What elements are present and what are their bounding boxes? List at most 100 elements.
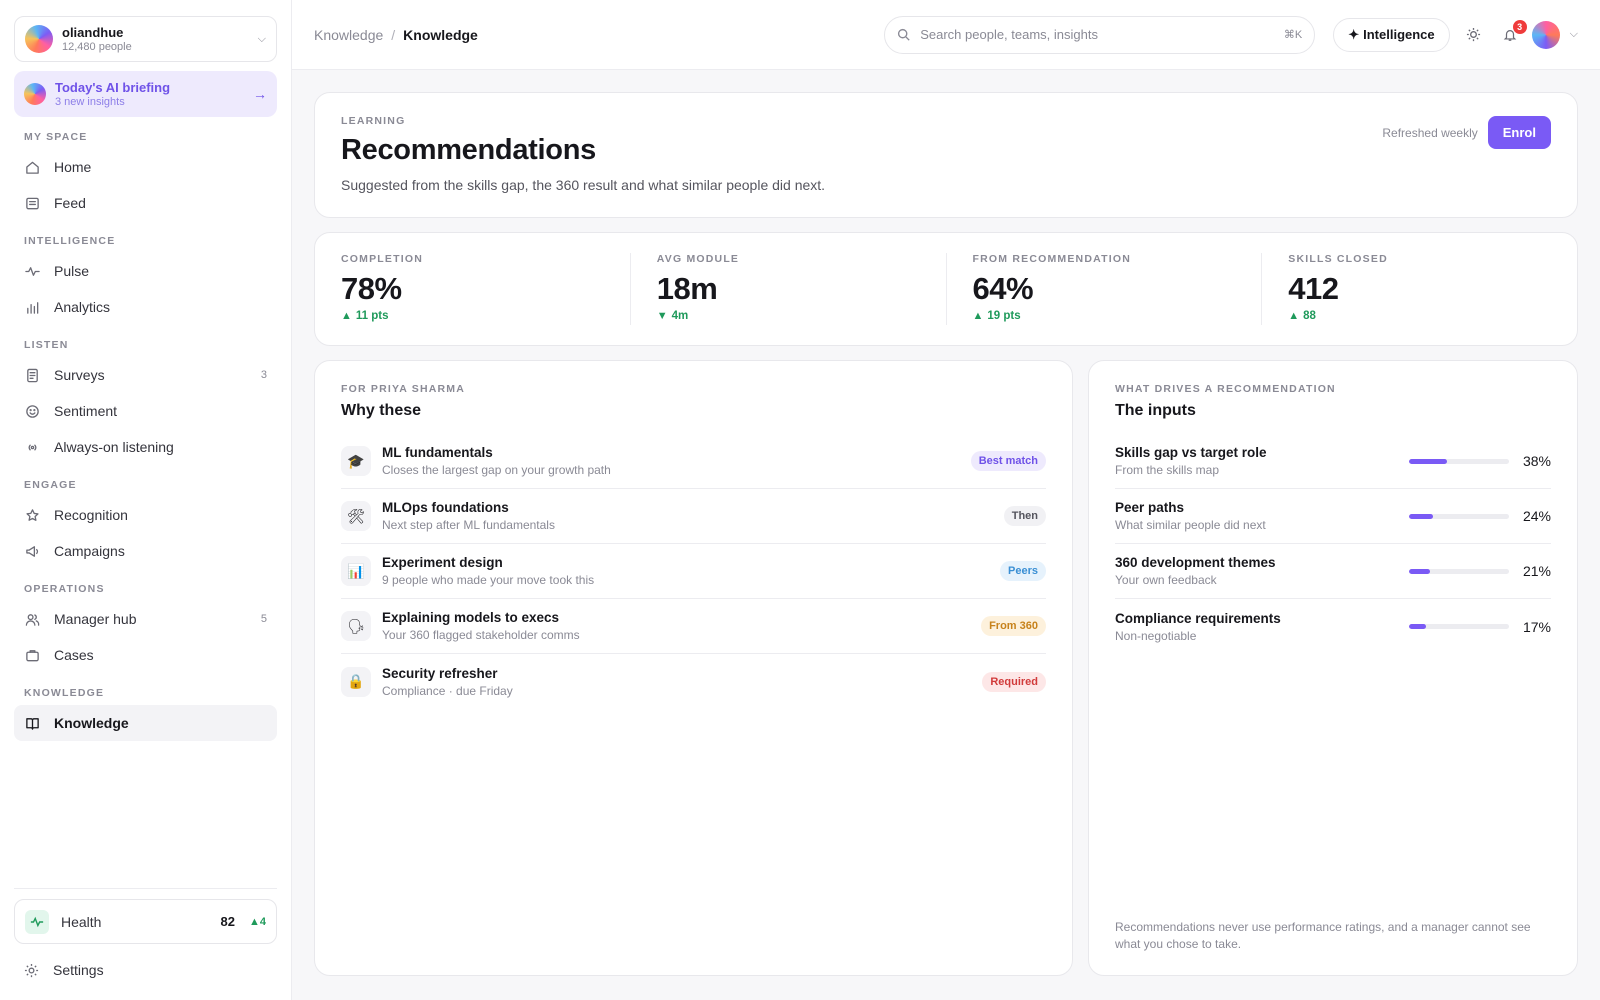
input-weight-fill [1409,458,1447,464]
chart-icon: 📊 [341,556,371,586]
arrow-right-icon: → [253,86,267,102]
org-name: oliandhue [62,25,124,40]
inputs-panel: WHAT DRIVES A RECOMMENDATION The inputs … [1088,360,1578,976]
why-eyebrow: FOR PRIYA SHARMA [341,383,466,395]
input-subtitle: What similar people did next [1115,518,1266,532]
stat-delta: ▲ 88 [1288,310,1551,322]
sidebar-item-home[interactable]: Home [14,149,277,185]
recommendation-title: ML fundamentals [382,445,493,460]
stat-tile: AVG MODULE 18m ▼ 4m [629,253,946,325]
smile-icon [24,403,40,419]
home-icon [24,159,40,175]
ai-orb-icon [24,83,46,105]
sidebar-item-count: 3 [260,369,267,381]
input-weight-bar [1409,458,1509,464]
feed-icon [24,195,40,211]
input-weight-fill [1409,513,1433,519]
nav-section: INTELLIGENCE Pulse Analytics [14,235,277,325]
recommendation-title: Security refresher [382,665,498,681]
recommendation-text: Explaining models to execs Your 360 flagg… [382,610,981,642]
pulse-icon [24,263,40,279]
ai-briefing-card[interactable]: Today's AI briefing 3 new insights → [14,71,277,117]
sidebar-item-knowledge[interactable]: Knowledge [14,705,277,741]
recommendation-tag: Then [1003,506,1046,526]
sidebar-item-cases[interactable]: Cases [14,637,277,673]
page-content: LEARNING Recommendations Suggested from … [292,70,1600,976]
sidebar-item-analytics[interactable]: Analytics [14,289,277,325]
health-score: 82 [220,914,235,929]
sidebar-item-recognition[interactable]: Recognition [14,497,277,533]
up-triangle-icon: ▲ [248,915,260,928]
recommendation-subtitle: 9 people who made your move took this [382,573,595,587]
sidebar-item-label: Surveys [54,367,105,383]
nav-heading: MY SPACE [24,131,88,143]
heartbeat-icon [25,909,49,934]
enrol-button[interactable]: Enrol [1487,116,1551,149]
surveys-icon [24,367,40,383]
recommendation-row[interactable]: 🎓 ML fundamentals Closes the largest gap o… [341,434,1046,489]
sidebar-item-campaigns[interactable]: Campaigns [14,533,277,569]
sidebar-item-surveys[interactable]: Surveys 3 [14,357,277,393]
settings-link[interactable]: Settings [14,952,277,988]
health-delta-value: 4 [259,915,266,928]
stats-card: COMPLETION 78% ▲ 11 pts AVG MODULE 18m ▼ 4m FROM… [314,232,1578,346]
why-title: Why these [341,402,422,419]
theme-toggle[interactable] [1462,23,1486,47]
stat-delta: ▲ 19 pts [973,310,1236,322]
stat-tile: SKILLS CLOSED 412 ▲ 88 [1261,253,1577,325]
breadcrumb-parent[interactable]: Knowledge [314,27,383,43]
sidebar-nav: MY SPACE Home Feed INTELLIGENCE Pulse Analyti… [14,131,277,741]
search-shortcut: ⌘K [1283,29,1303,41]
recommendation-text: MLOps foundations Next step after ML fund… [382,500,1004,532]
stat-value: 64% [972,271,1034,306]
search-box[interactable]: ⌘K [884,15,1316,54]
graduation-cap-icon: 🎓 [341,446,371,476]
sidebar-item-sentiment[interactable]: Sentiment [14,393,277,429]
sidebar-item-label: Manager hub [54,611,137,627]
input-subtitle: From the skills map [1115,463,1220,477]
recommendation-text: Experiment design 9 people who made your … [382,555,1000,587]
people-icon [24,611,40,627]
app-shell: oliandhue 12,480 people ⌵ Today's AI bri… [0,0,1600,1000]
input-row: Skills gap vs target role From the skills… [1115,434,1551,489]
intelligence-button[interactable]: ✦ Intelligence [1333,17,1450,52]
nav-heading: LISTEN [24,339,69,351]
recommendation-row[interactable]: 🛠 MLOps foundations Next step after ML fun… [341,489,1046,544]
stat-value: 18m [656,271,718,306]
inputs-eyebrow: WHAT DRIVES A RECOMMENDATION [1115,383,1336,395]
sidebar-item-label: Campaigns [54,543,125,559]
stat-delta-value: 88 [1303,310,1316,322]
input-weight-fill [1409,568,1430,574]
input-row: Compliance requirements Non-negotiable 17% [1115,599,1551,654]
recommendation-list: 🎓 ML fundamentals Closes the largest gap o… [341,434,1046,709]
recommendation-tag: Peers [1000,561,1046,581]
notification-badge: 3 [1512,19,1527,34]
nav-heading: OPERATIONS [24,583,105,595]
input-weight-value: 38% [1522,453,1551,469]
sidebar-item-manager-hub[interactable]: Manager hub 5 [14,601,277,637]
nav-heading: INTELLIGENCE [24,235,116,247]
health-widget[interactable]: Health 82 ▲4 [14,899,277,944]
input-weight-bar [1409,568,1509,574]
stat-label: AVG MODULE [656,253,740,265]
sidebar-item-pulse[interactable]: Pulse [14,253,277,289]
recommendation-row[interactable]: 📊 Experiment design 9 people who made your… [341,544,1046,599]
input-text: Skills gap vs target role From the skills… [1115,445,1409,477]
recommendation-row[interactable]: 🗣 Explaining models to execs Your 360 flag… [341,599,1046,654]
recommendation-title: MLOps foundations [382,500,509,515]
search-input[interactable] [920,27,1284,42]
sidebar-item-always-on-listening[interactable]: Always-on listening [14,429,277,465]
why-these-panel: FOR PRIYA SHARMA Why these 🎓 ML fundament… [314,360,1073,976]
notifications-button[interactable]: 3 [1498,19,1527,47]
stat-value: 78% [341,271,402,306]
sidebar-item-feed[interactable]: Feed [14,185,277,221]
input-subtitle: Your own feedback [1115,573,1217,587]
input-title: Skills gap vs target role [1115,445,1267,460]
recommendation-row[interactable]: 🔒 Security refresher Compliance · due Frid… [341,654,1046,709]
panels-row: FOR PRIYA SHARMA Why these 🎓 ML fundament… [314,360,1578,976]
org-switcher[interactable]: oliandhue 12,480 people ⌵ [14,16,277,62]
nav-heading: KNOWLEDGE [24,687,105,699]
avatar[interactable] [1531,20,1560,49]
chevron-down-icon[interactable]: ⌵ [1570,28,1578,41]
page-title: Recommendations [341,134,596,166]
